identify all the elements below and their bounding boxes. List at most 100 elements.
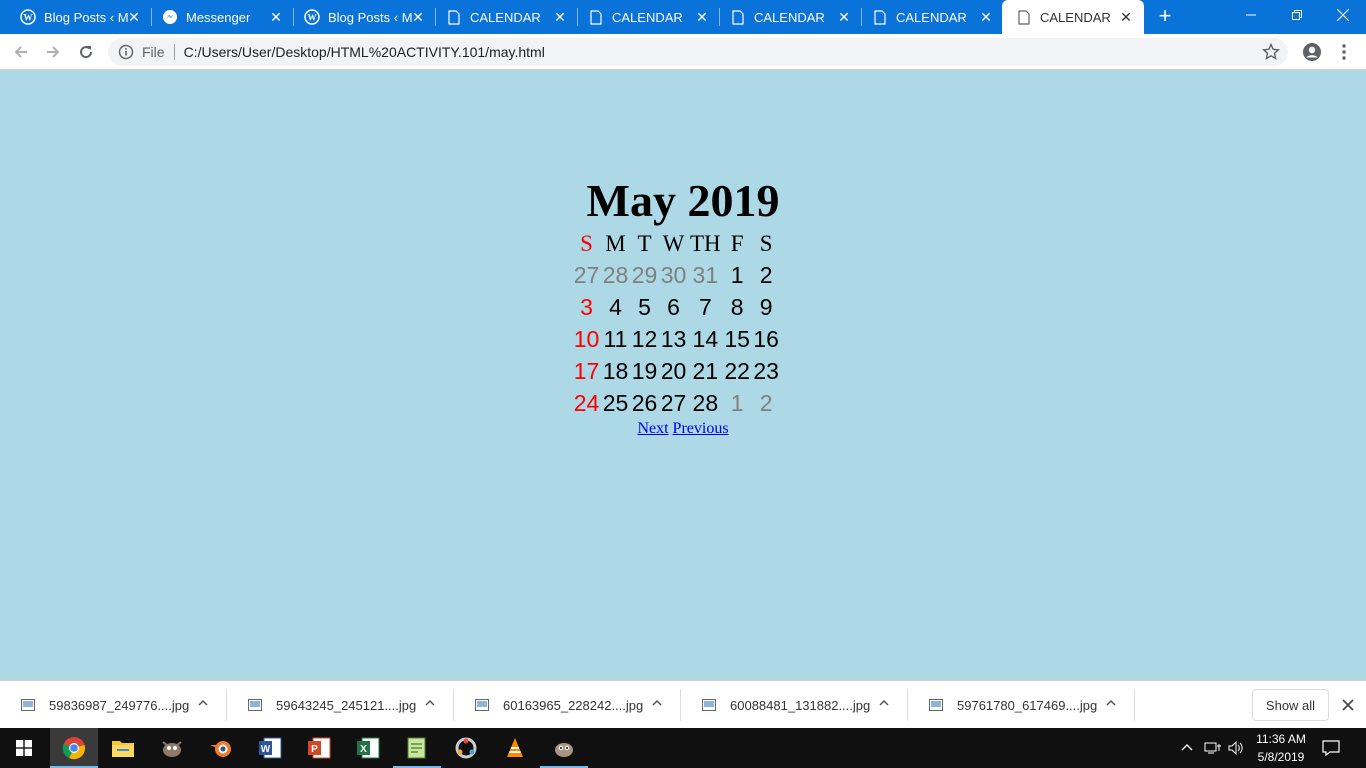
close-tab-icon[interactable]: ✕ <box>836 9 852 25</box>
taskbar-clock[interactable]: 11:36 AM 5/8/2019 <box>1244 730 1318 766</box>
download-item[interactable]: 60163965_228242....jpg <box>454 681 681 729</box>
close-tab-icon[interactable]: ✕ <box>1118 9 1134 25</box>
clock-time: 11:36 AM <box>1256 732 1306 746</box>
image-file-icon <box>702 699 716 711</box>
chevron-up-icon[interactable] <box>878 697 890 709</box>
back-arrow-icon <box>14 46 27 58</box>
calendar-week-row: 3456789 <box>572 291 781 323</box>
reload-button[interactable] <box>74 40 98 64</box>
calendar-day: 27 <box>660 389 687 416</box>
download-item[interactable]: 60088481_131882....jpg <box>681 681 908 729</box>
minimize-icon <box>1246 14 1256 16</box>
calendar-day: 11 <box>603 325 628 352</box>
tab-calendar-1[interactable]: CALENDAR ✕ <box>426 0 578 34</box>
bookmark-star-icon[interactable] <box>1262 43 1280 61</box>
file-explorer-icon <box>112 741 134 757</box>
calendar-day: 28 <box>692 389 719 416</box>
taskbar-notepad-plus[interactable] <box>393 728 441 768</box>
taskbar-gimp[interactable] <box>148 728 196 768</box>
download-filename: 59836987_249776....jpg <box>49 697 190 713</box>
minimize-button[interactable] <box>1228 0 1274 30</box>
address-divider <box>173 44 175 60</box>
close-tab-icon[interactable]: ✕ <box>268 9 284 25</box>
taskbar-blender[interactable] <box>197 728 245 768</box>
svg-text:W: W <box>308 13 317 23</box>
tab-calendar-3[interactable]: CALENDAR ✕ <box>710 0 862 34</box>
taskbar-word[interactable]: W <box>246 728 294 768</box>
document-icon <box>872 9 888 25</box>
messenger-icon <box>162 9 178 25</box>
forward-button[interactable] <box>41 40 65 64</box>
back-button[interactable] <box>9 40 33 64</box>
download-item[interactable]: 59643245_245121....jpg <box>227 681 454 729</box>
new-tab-button[interactable]: + <box>1154 5 1176 28</box>
tab-blog-posts-1[interactable]: W Blog Posts ‹ M ✕ <box>0 0 152 34</box>
tab-label: Messenger <box>186 9 251 25</box>
day-header-friday: F <box>730 231 744 256</box>
calendar-day: 15 <box>724 325 750 352</box>
close-tab-icon[interactable]: ✕ <box>126 9 142 25</box>
close-tab-icon[interactable]: ✕ <box>978 9 994 25</box>
calendar-day: 6 <box>667 293 680 320</box>
image-file-icon <box>21 699 35 711</box>
calendar-day: 14 <box>692 325 719 352</box>
browser-toolbar: File C:/Users/User/Desktop/HTML%20ACTIVI… <box>0 34 1366 70</box>
calendar-day: 26 <box>631 389 658 416</box>
image-file-icon <box>248 699 262 711</box>
taskbar-vlc[interactable] <box>491 728 539 768</box>
url-text[interactable]: C:/Users/User/Desktop/HTML%20ACTIVITY.10… <box>184 44 545 60</box>
calendar-day-other-month: 30 <box>660 261 687 288</box>
chevron-up-icon[interactable] <box>197 697 209 709</box>
taskbar-file-explorer[interactable] <box>99 728 147 768</box>
svg-text:W: W <box>24 13 33 23</box>
chevron-up-icon[interactable] <box>651 697 663 709</box>
network-icon[interactable] <box>1204 741 1222 755</box>
taskbar-chrome[interactable] <box>50 728 98 768</box>
kebab-menu-icon[interactable] <box>1336 42 1352 62</box>
restore-button[interactable] <box>1274 0 1320 30</box>
taskbar-davinci[interactable] <box>442 728 490 768</box>
download-item[interactable]: 59836987_249776....jpg <box>0 681 227 729</box>
previous-link[interactable]: Previous <box>673 420 729 437</box>
close-window-button[interactable] <box>1320 0 1366 30</box>
powerpoint-icon: P <box>308 737 331 759</box>
download-item[interactable]: 59761780_617469....jpg <box>908 681 1135 729</box>
start-button[interactable] <box>0 728 48 768</box>
close-icon[interactable] <box>1339 696 1357 714</box>
profile-icon[interactable] <box>1302 42 1322 62</box>
chevron-up-icon[interactable] <box>424 697 436 709</box>
taskbar-gimp-2[interactable] <box>540 728 588 768</box>
taskbar-excel[interactable]: X <box>344 728 392 768</box>
svg-text:W: W <box>261 744 271 755</box>
info-icon[interactable] <box>118 44 134 60</box>
close-tab-icon[interactable]: ✕ <box>410 9 426 25</box>
tab-calendar-active[interactable]: CALENDAR ✕ <box>1002 0 1144 34</box>
calendar-day: 13 <box>660 325 687 352</box>
calendar-day: 22 <box>724 357 750 384</box>
show-all-button[interactable]: Show all <box>1252 689 1329 721</box>
wordpress-icon: W <box>20 9 36 25</box>
image-file-icon <box>475 699 489 711</box>
tab-messenger[interactable]: Messenger ✕ <box>142 0 294 34</box>
forward-arrow-icon <box>47 46 60 58</box>
system-tray <box>1180 728 1244 768</box>
document-icon <box>1016 9 1032 25</box>
downloads-bar: 59836987_249776....jpg 59643245_245121..… <box>0 680 1366 728</box>
tab-calendar-2[interactable]: CALENDAR ✕ <box>568 0 720 34</box>
calendar-day: 12 <box>631 325 658 352</box>
taskbar-powerpoint[interactable]: P <box>295 728 343 768</box>
notification-center[interactable] <box>1322 728 1344 768</box>
calendar-header-row: S M T W TH F S <box>572 229 781 259</box>
calendar-week-row: 27 28 29 30 31 1 2 <box>572 259 781 291</box>
volume-icon[interactable] <box>1228 741 1244 755</box>
tab-blog-posts-2[interactable]: W Blog Posts ‹ M ✕ <box>284 0 436 34</box>
close-tab-icon[interactable]: ✕ <box>694 9 710 25</box>
scheme-label: File <box>142 44 165 60</box>
chevron-up-icon[interactable] <box>1180 741 1194 755</box>
address-bar[interactable]: File C:/Users/User/Desktop/HTML%20ACTIVI… <box>108 38 1288 66</box>
word-icon: W <box>259 737 282 759</box>
next-link[interactable]: Next <box>637 420 668 437</box>
tab-calendar-4[interactable]: CALENDAR ✕ <box>852 0 1004 34</box>
chevron-up-icon[interactable] <box>1105 697 1117 709</box>
close-tab-icon[interactable]: ✕ <box>552 9 568 25</box>
